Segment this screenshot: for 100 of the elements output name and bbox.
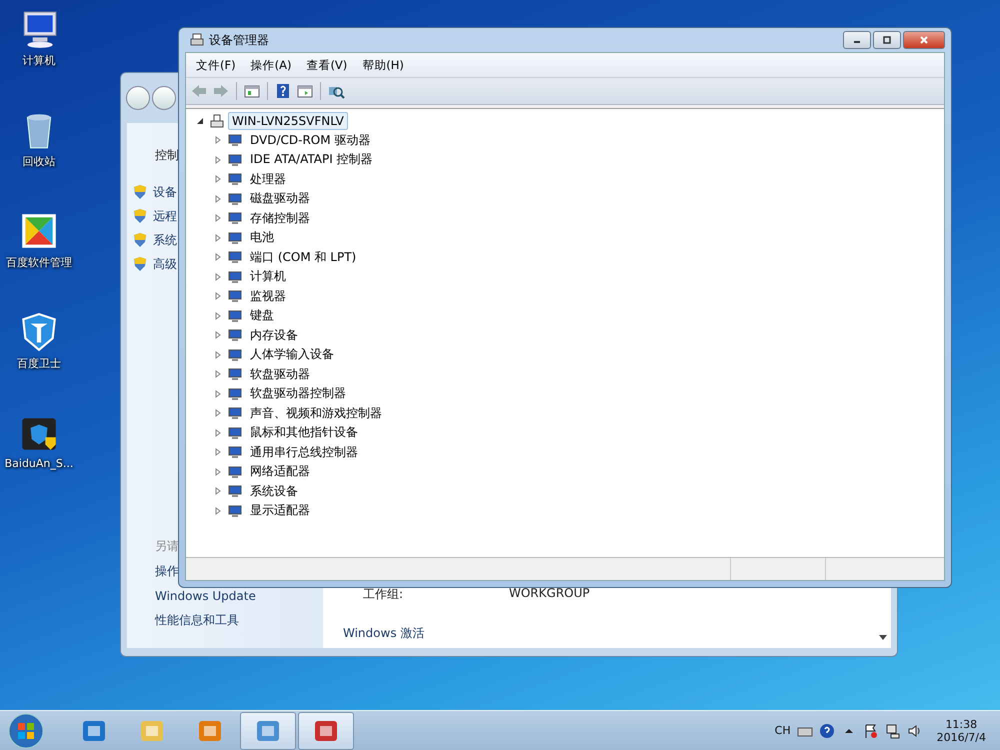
menu-item[interactable]: 查看(V) <box>300 56 354 74</box>
section-heading: 另请 <box>155 538 179 555</box>
tree-item[interactable]: 处理器 <box>246 168 290 190</box>
collapsed-arrow-icon[interactable] <box>214 370 222 378</box>
device-icon <box>227 288 243 304</box>
help-icon[interactable] <box>818 722 835 738</box>
desktop-icon-label[interactable]: 百度卫士 <box>17 356 61 371</box>
collapsed-arrow-icon[interactable] <box>214 409 222 418</box>
menu-item[interactable]: 操作(A) <box>244 56 298 74</box>
device-icon <box>227 424 243 441</box>
tree-item[interactable]: 监视器 <box>246 286 290 307</box>
collapsed-arrow-icon[interactable] <box>214 428 222 437</box>
section-heading: Windows 激活 <box>343 625 424 642</box>
tree-item[interactable]: 显示适配器 <box>246 500 314 522</box>
scroll-down-icon[interactable] <box>879 635 887 640</box>
panel-link[interactable]: 操作 <box>155 563 179 580</box>
collapsed-arrow-icon[interactable] <box>214 234 222 242</box>
flag-icon[interactable] <box>862 722 879 738</box>
collapsed-arrow-icon[interactable] <box>214 350 222 359</box>
tree-item[interactable]: 软盘驱动器 <box>246 364 314 385</box>
taskbar-button[interactable] <box>240 712 296 750</box>
device-icon <box>227 230 243 246</box>
collapsed-arrow-icon[interactable] <box>214 194 222 203</box>
panel-link[interactable]: 控制 <box>155 147 179 164</box>
help-icon[interactable] <box>274 83 292 99</box>
window-title: 设备管理器 <box>209 32 269 48</box>
menu-item[interactable]: 帮助(H) <box>356 56 410 74</box>
panel-link[interactable]: 远程 <box>153 208 177 224</box>
collapsed-arrow-icon[interactable] <box>214 292 222 300</box>
desktop-icon-label[interactable]: BaiduAn_S... <box>4 457 74 470</box>
close-button[interactable] <box>903 31 945 49</box>
back-arrow-icon[interactable] <box>190 83 208 99</box>
device-icon <box>227 132 243 148</box>
shield-icon <box>133 232 147 248</box>
device-icon <box>227 386 243 402</box>
expanded-arrow-icon[interactable] <box>196 116 204 125</box>
collapsed-arrow-icon[interactable] <box>214 390 222 398</box>
shield-icon <box>133 208 147 224</box>
tree-item[interactable]: 存储控制器 <box>246 208 314 229</box>
language-indicator[interactable]: CH <box>774 724 791 737</box>
tree-item[interactable]: IDE ATA/ATAPI 控制器 <box>246 149 377 170</box>
start-button[interactable] <box>6 710 46 750</box>
collapsed-arrow-icon[interactable] <box>214 506 222 515</box>
forward-arrow-icon[interactable] <box>212 83 230 99</box>
maximize-button[interactable] <box>873 31 901 49</box>
device-icon <box>227 268 243 285</box>
menu-item[interactable]: 文件(F) <box>190 56 242 74</box>
collapsed-arrow-icon[interactable] <box>214 448 222 456</box>
tree-item[interactable]: 端口 (COM 和 LPT) <box>246 246 360 268</box>
collapsed-arrow-icon[interactable] <box>214 272 222 281</box>
device-icon <box>227 210 243 226</box>
pane-icon[interactable] <box>243 83 261 99</box>
device-icon <box>227 502 243 519</box>
tree-item[interactable]: 系统设备 <box>246 480 302 502</box>
panel-link[interactable]: Windows Update <box>155 589 256 603</box>
collapsed-arrow-icon[interactable] <box>214 253 222 262</box>
collapsed-arrow-icon[interactable] <box>214 468 222 476</box>
properties-icon[interactable] <box>296 83 314 99</box>
device-icon <box>227 405 243 422</box>
collapsed-arrow-icon[interactable] <box>214 331 222 340</box>
collapsed-arrow-icon[interactable] <box>214 175 222 184</box>
desktop-icon-label[interactable]: 百度软件管理 <box>6 255 72 270</box>
tree-item[interactable]: 人体学输入设备 <box>246 344 338 366</box>
tree-item[interactable]: 鼠标和其他指针设备 <box>246 422 362 444</box>
collapsed-arrow-icon[interactable] <box>214 136 222 144</box>
tree-item[interactable]: 磁盘驱动器 <box>246 188 314 210</box>
tree-item[interactable]: DVD/CD-ROM 驱动器 <box>246 130 374 151</box>
clock-date[interactable]: 2016/7/4 <box>936 730 986 744</box>
minimize-button[interactable] <box>843 31 871 49</box>
device-icon <box>227 483 243 500</box>
panel-link[interactable]: 性能信息和工具 <box>155 612 239 629</box>
shield-icon <box>133 256 147 272</box>
tree-item[interactable]: 声音、视频和游戏控制器 <box>246 402 386 424</box>
device-icon <box>227 366 243 382</box>
device-icon <box>227 444 243 460</box>
tree-item[interactable]: 软盘驱动器控制器 <box>246 383 350 404</box>
panel-link[interactable]: 设备 <box>153 184 177 200</box>
tree-item[interactable]: 内存设备 <box>246 324 302 346</box>
printer-icon <box>189 32 205 48</box>
tree-item[interactable]: 键盘 <box>246 305 278 326</box>
collapsed-arrow-icon[interactable] <box>214 156 222 164</box>
taskbar-button[interactable] <box>298 712 354 750</box>
clock-time[interactable]: 11:38 <box>945 718 978 730</box>
tree-item[interactable]: 计算机 <box>246 266 290 288</box>
tree-item[interactable]: 电池 <box>246 227 278 248</box>
tree-item[interactable]: 通用串行总线控制器 <box>246 442 362 463</box>
panel-link[interactable]: 高级 <box>153 256 177 272</box>
device-icon <box>227 308 243 324</box>
device-icon <box>227 152 243 168</box>
panel-link[interactable]: 系统 <box>153 232 177 248</box>
collapsed-arrow-icon[interactable] <box>214 214 222 222</box>
forward-button[interactable] <box>152 86 176 110</box>
back-button[interactable] <box>126 86 150 110</box>
tree-item[interactable]: 网络适配器 <box>246 461 314 482</box>
desktop-icon-label[interactable]: 回收站 <box>22 154 56 169</box>
network-icon[interactable] <box>884 722 901 738</box>
tree-item[interactable]: WIN-LVN25SVFNLV <box>228 112 348 130</box>
collapsed-arrow-icon[interactable] <box>214 487 222 496</box>
desktop-icon-label[interactable]: 计算机 <box>22 53 56 68</box>
collapsed-arrow-icon[interactable] <box>214 312 222 320</box>
